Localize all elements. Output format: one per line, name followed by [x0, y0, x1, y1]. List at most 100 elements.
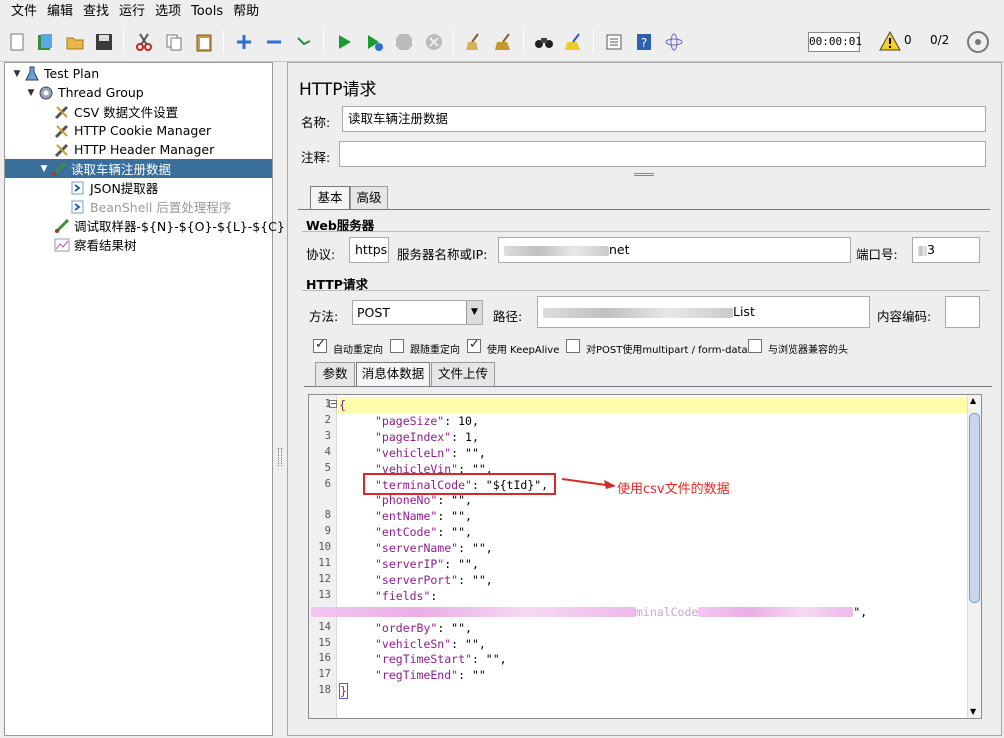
- code-line: "serverName": "",: [375, 541, 493, 555]
- templates-button[interactable]: [32, 29, 58, 55]
- menu-options[interactable]: 选项: [150, 0, 186, 24]
- start-button[interactable]: [331, 29, 357, 55]
- code-line: "entName": "",: [375, 509, 472, 523]
- vertical-scrollbar[interactable]: ▲ ▼: [967, 395, 981, 718]
- search-button[interactable]: [531, 29, 557, 55]
- collapse-button[interactable]: [261, 29, 287, 55]
- port-field[interactable]: 3: [912, 237, 980, 263]
- code-line: "orderBy": "",: [375, 621, 472, 635]
- name-field[interactable]: 读取车辆注册数据: [342, 106, 986, 132]
- json-value: : "",: [437, 509, 472, 524]
- tab-basic[interactable]: 基本: [310, 186, 350, 210]
- clear-all-button[interactable]: [491, 29, 517, 55]
- follow-redirect-label: 跟随重定向: [410, 345, 460, 356]
- multipart-checkbox[interactable]: [566, 339, 580, 353]
- toggle-icon: [297, 37, 311, 46]
- elapsed-timer: 00:00:01: [808, 32, 862, 52]
- tree-item[interactable]: JSON提取器: [57, 178, 158, 197]
- menu-edit[interactable]: 编辑: [42, 0, 78, 24]
- panel-splitter[interactable]: [274, 62, 286, 736]
- protocol-label: 协议:: [306, 247, 336, 262]
- reset-search-button[interactable]: [561, 29, 587, 55]
- clear-button[interactable]: [461, 29, 487, 55]
- splitter-grip[interactable]: [278, 448, 282, 466]
- expand-toggle-icon[interactable]: ▼: [11, 69, 23, 79]
- expand-button[interactable]: [231, 29, 257, 55]
- cut-button[interactable]: [131, 29, 157, 55]
- copy-button[interactable]: [161, 29, 187, 55]
- tree-item[interactable]: ▼ Thread Group: [25, 83, 144, 102]
- save-button[interactable]: [91, 29, 117, 55]
- remote-button[interactable]: [661, 29, 687, 55]
- comment-field[interactable]: [339, 141, 986, 167]
- tree-item-label: HTTP Cookie Manager: [74, 123, 212, 138]
- code-line: "regTimeStart": "",: [375, 652, 507, 666]
- path-field[interactable]: List: [537, 296, 870, 328]
- json-key: "fields": [375, 588, 431, 603]
- browser-headers-checkbox[interactable]: [748, 339, 762, 353]
- paste-button[interactable]: [191, 29, 217, 55]
- auto-redirect-checkbox[interactable]: [313, 337, 327, 353]
- tree-item-label: CSV 数据文件设置: [74, 105, 179, 120]
- menu-search[interactable]: 查找: [78, 0, 114, 24]
- remote-status-icon[interactable]: [966, 30, 990, 54]
- start-no-pause-button[interactable]: [361, 29, 387, 55]
- code-line: "vehicleSn": "",: [375, 637, 486, 651]
- tree-item[interactable]: ▼ 读取车辆注册数据: [5, 159, 272, 178]
- atom-icon: [665, 33, 683, 51]
- multipart-label: 对POST使用multipart / form-data: [586, 345, 748, 356]
- reset-broom-icon: [565, 33, 580, 50]
- encoding-field[interactable]: [945, 296, 980, 328]
- function-helper-button[interactable]: [601, 29, 627, 55]
- tab-advanced[interactable]: 高级: [350, 186, 388, 210]
- json-key: "orderBy": [375, 620, 438, 635]
- protocol-field[interactable]: https: [349, 237, 389, 263]
- code-line: "pageIndex": 1,: [375, 430, 479, 444]
- help-button[interactable]: ?: [631, 29, 657, 55]
- tree-item[interactable]: BeanShell 后置处理程序: [57, 197, 231, 216]
- menu-tools[interactable]: Tools: [186, 0, 228, 24]
- tree-item[interactable]: HTTP Cookie Manager: [41, 121, 211, 140]
- follow-redirect-checkbox[interactable]: [390, 339, 404, 353]
- expand-toggle-icon[interactable]: ▼: [38, 164, 50, 174]
- menu-help[interactable]: 帮助: [228, 0, 264, 24]
- resize-handle[interactable]: [634, 173, 654, 176]
- tab-file-upload[interactable]: 文件上传: [431, 362, 495, 386]
- current-line-highlight: [338, 397, 968, 413]
- toggle-button[interactable]: [291, 29, 317, 55]
- chevron-down-icon[interactable]: ▼: [466, 301, 482, 324]
- tree-item-label: BeanShell 后置处理程序: [90, 200, 232, 215]
- tree-item[interactable]: 察看结果树: [41, 235, 137, 254]
- tree-item[interactable]: ▼ Test Plan: [11, 64, 99, 83]
- json-key: "regTimeEnd": [375, 668, 459, 683]
- scrollbar-thumb[interactable]: [969, 413, 980, 603]
- shutdown-button[interactable]: [421, 29, 447, 55]
- menu-file[interactable]: 文件: [6, 0, 42, 24]
- stop-button[interactable]: [391, 29, 417, 55]
- method-select[interactable]: POST ▼: [352, 300, 483, 325]
- tab-parameters[interactable]: 参数: [315, 362, 355, 386]
- new-plan-button[interactable]: [4, 29, 30, 55]
- templates-icon: [38, 34, 52, 50]
- expand-toggle-icon[interactable]: ▼: [25, 88, 37, 98]
- sampler-config-panel: HTTP请求 名称: 读取车辆注册数据 注释: 基本 高级 Web服务器 协议:…: [287, 62, 1002, 736]
- port-label: 端口号:: [856, 247, 898, 262]
- scroll-up-icon[interactable]: ▲: [970, 396, 976, 405]
- keepalive-checkbox[interactable]: [467, 337, 481, 353]
- json-value: : "",: [471, 652, 507, 667]
- body-data-editor[interactable]: − 1 2 3 4 5 6 8 9 10 11 12 13 14 15 16 17 18 {"pageSize"…: [308, 394, 982, 719]
- tree-item[interactable]: CSV 数据文件设置: [41, 102, 178, 121]
- json-value: : "",: [451, 445, 486, 460]
- tree-item[interactable]: HTTP Header Manager: [41, 140, 214, 159]
- menu-run[interactable]: 运行: [114, 0, 150, 24]
- json-key: "entCode": [375, 525, 438, 540]
- json-key: "regTimeStart": [375, 652, 472, 667]
- scroll-down-icon[interactable]: ▼: [970, 707, 976, 716]
- tree-item[interactable]: 调试取样器-${N}-${O}-${L}-${C}: [41, 216, 285, 235]
- chart-icon: [53, 237, 71, 253]
- browser-headers-label: 与浏览器兼容的头: [768, 345, 848, 356]
- server-field[interactable]: net: [498, 237, 851, 263]
- tab-body-data[interactable]: 消息体数据: [356, 362, 430, 386]
- tree-item-label: JSON提取器: [90, 181, 159, 196]
- open-button[interactable]: [62, 29, 88, 55]
